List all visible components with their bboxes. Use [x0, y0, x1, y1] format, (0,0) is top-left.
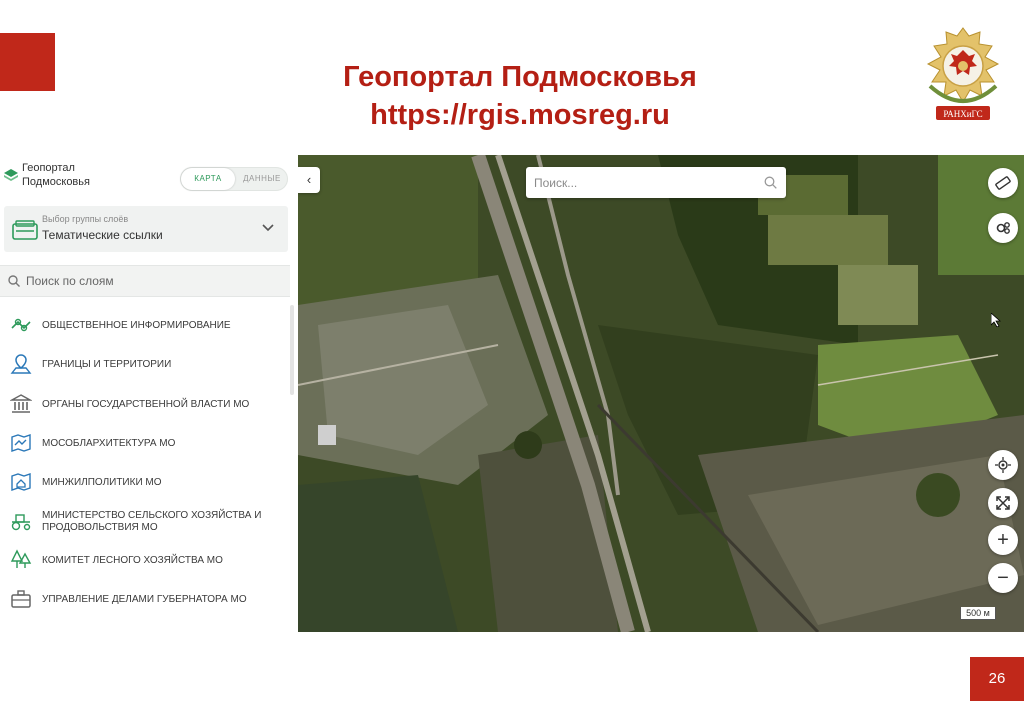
layer-item-forestry[interactable]: КОМИТЕТ ЛЕСНОГО ХОЗЯЙСТВА МО [0, 543, 290, 579]
map-pins-icon [11, 318, 31, 332]
layer-group-value: Тематические ссылки [42, 228, 163, 242]
search-icon[interactable] [764, 176, 777, 189]
map-scale-bar: 500 м [960, 607, 996, 620]
layer-item-architecture[interactable]: МОСОБЛАРХИТЕКТУРА МО [0, 426, 290, 462]
locate-button[interactable] [988, 450, 1018, 480]
briefcase-icon [11, 590, 31, 608]
map-search-input[interactable] [532, 170, 756, 196]
chevron-down-icon[interactable] [262, 222, 274, 232]
layer-item-housing[interactable]: МИНЖИЛПОЛИТИКИ МО [0, 465, 290, 501]
housing-map-icon [11, 473, 31, 491]
sidebar-scrollbar[interactable] [290, 305, 294, 395]
geoportal-screenshot: Геопортал Подмосковья КАРТА ДАННЫЕ Выбор… [0, 155, 1024, 632]
fullscreen-button[interactable] [988, 488, 1018, 518]
slide-title: Геопортал Подмосковья https://rgis.mosre… [250, 58, 790, 134]
layer-label: МИНЖИЛПОЛИТИКИ МО [42, 477, 162, 488]
layer-group-label: Выбор группы слоёв [42, 214, 129, 224]
layer-search-placeholder[interactable]: Поиск по слоям [26, 274, 114, 288]
zoom-out-button[interactable]: − [988, 563, 1018, 593]
trees-icon [10, 549, 32, 568]
portal-logo-text: Геопортал Подмосковья [22, 161, 90, 189]
government-building-icon [10, 394, 32, 413]
layer-label: МОСОБЛАРХИТЕКТУРА МО [42, 438, 176, 449]
layer-settings-button[interactable] [988, 213, 1018, 243]
portal-logo-line1: Геопортал [22, 162, 75, 174]
locate-icon [995, 457, 1011, 473]
map-data-toggle[interactable]: КАРТА ДАННЫЕ [180, 167, 288, 191]
fullscreen-icon [996, 496, 1010, 510]
mouse-cursor-icon [991, 313, 1001, 327]
layer-item-governor-affairs[interactable]: УПРАВЛЕНИЕ ДЕЛАМИ ГУБЕРНАТОРА МО [0, 582, 290, 618]
satellite-map[interactable]: ‹ Поиск... + − 500 м [298, 155, 1024, 632]
architecture-map-icon [11, 434, 31, 452]
layer-item-public-info[interactable]: ОБЩЕСТВЕННОЕ ИНФОРМИРОВАНИЕ [0, 308, 290, 344]
layer-label: ОБЩЕСТВЕННОЕ ИНФОРМИРОВАНИЕ [42, 320, 231, 331]
layer-label: УПРАВЛЕНИЕ ДЕЛАМИ ГУБЕРНАТОРА МО [42, 594, 247, 605]
layers-sidebar: Геопортал Подмосковья КАРТА ДАННЫЕ Выбор… [0, 155, 298, 632]
portal-logo-icon [4, 169, 18, 181]
toggle-map[interactable]: КАРТА [181, 168, 235, 190]
toggle-data[interactable]: ДАННЫЕ [236, 168, 288, 190]
layer-label: ГРАНИЦЫ И ТЕРРИТОРИИ [42, 359, 172, 370]
layer-item-government[interactable]: ОРГАНЫ ГОСУДАРСТВЕННОЙ ВЛАСТИ МО [0, 387, 290, 423]
emblem-text: РАНХиГС [943, 109, 982, 119]
layer-group-select[interactable]: Выбор группы слоёв Тематические ссылки [4, 206, 288, 252]
slide-title-url: https://rgis.mosreg.ru [370, 99, 670, 131]
satellite-imagery[interactable] [298, 155, 1024, 632]
search-icon [8, 275, 20, 287]
slide-title-line1: Геопортал Подмосковья [343, 61, 697, 93]
layer-group-icon [12, 220, 38, 240]
zoom-out-icon: − [997, 567, 1009, 589]
ruler-button[interactable] [988, 168, 1018, 198]
layer-item-agriculture[interactable]: МИНИСТЕРСТВО СЕЛЬСКОГО ХОЗЯЙСТВА И ПРОДО… [0, 504, 290, 540]
zoom-in-button[interactable]: + [988, 525, 1018, 555]
layer-label: КОМИТЕТ ЛЕСНОГО ХОЗЯЙСТВА МО [42, 555, 223, 566]
portal-logo-line2: Подмосковья [22, 176, 90, 188]
ruler-icon [995, 176, 1011, 190]
ranepa-emblem-logo: РАНХиГС [926, 27, 1000, 120]
page-number: 26 [970, 657, 1024, 701]
layer-search-field[interactable]: Поиск по слоям [0, 265, 290, 297]
layer-label: МИНИСТЕРСТВО СЕЛЬСКОГО ХОЗЯЙСТВА И ПРОДО… [42, 510, 262, 533]
zoom-in-icon: + [997, 529, 1009, 551]
layer-item-borders[interactable]: ГРАНИЦЫ И ТЕРРИТОРИИ [0, 347, 290, 383]
collapse-sidebar-button[interactable]: ‹ [298, 167, 320, 193]
slide-accent-square [0, 33, 55, 91]
territory-pin-icon [10, 354, 32, 374]
layers-settings-icon [996, 222, 1010, 234]
portal-logo[interactable]: Геопортал Подмосковья КАРТА ДАННЫЕ [0, 159, 298, 195]
layer-label: ОРГАНЫ ГОСУДАРСТВЕННОЙ ВЛАСТИ МО [42, 399, 250, 410]
tractor-icon [11, 514, 31, 531]
map-search-box[interactable] [526, 167, 786, 198]
